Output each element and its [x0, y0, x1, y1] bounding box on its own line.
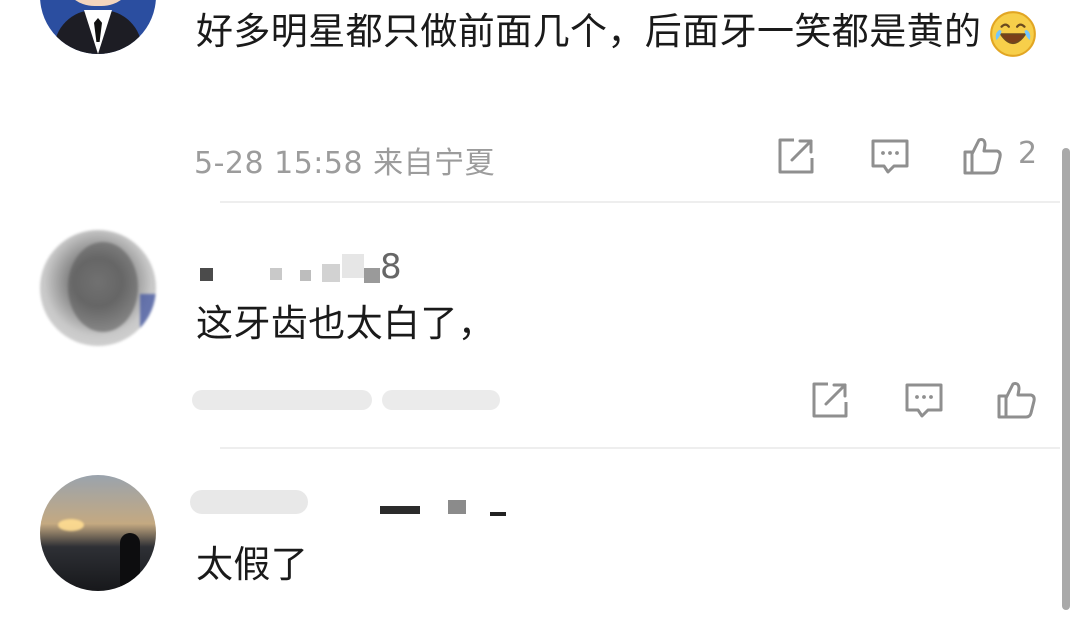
avatar-face: [64, 0, 132, 6]
commenter-avatar-1[interactable]: [40, 0, 156, 54]
share-icon: [812, 382, 848, 418]
blurred-meta-2: [192, 390, 500, 410]
laughing-crying-emoji-icon: [987, 8, 1039, 60]
comment-icon: [871, 139, 909, 174]
blurred-detail: [140, 294, 156, 328]
comment-list: 好多明星都只做前面几个，后面牙一笑都是黄的 5-28 15:58 来自宁夏 2 …: [0, 0, 1080, 617]
scrollbar[interactable]: [1062, 148, 1070, 610]
silhouette-person: [120, 533, 140, 587]
comment-icon: [905, 383, 943, 418]
like-button-2[interactable]: [992, 376, 1040, 424]
blurred-username-3: [190, 490, 506, 516]
comment-text-3: 太假了: [196, 535, 308, 595]
comment-body-1: 好多明星都只做前面几个，后面牙一笑都是黄的: [196, 10, 982, 53]
share-icon: [778, 138, 814, 174]
thumbs-up-icon: [997, 382, 1036, 419]
thumbs-up-icon: [963, 138, 1002, 175]
comment-body-2: 这牙齿也太白了，: [196, 302, 496, 345]
comment-divider: [220, 201, 1060, 203]
comment-body-3: 太假了: [196, 543, 309, 586]
comment-button-1[interactable]: [866, 132, 914, 180]
like-count-1: 2: [1018, 136, 1038, 171]
comment-meta-1: 5-28 15:58 来自宁夏: [194, 138, 495, 182]
timestamp-location: 5-28 15:58 来自宁夏: [194, 146, 496, 181]
blurred-face: [68, 242, 138, 332]
comment-text-2: 这牙齿也太白了，: [196, 294, 495, 354]
share-button-2[interactable]: [806, 376, 854, 424]
sunset-glow: [58, 519, 84, 531]
comment-divider: [220, 447, 1060, 449]
commenter-avatar-2[interactable]: [40, 230, 156, 346]
username-fragment: 8: [380, 247, 402, 287]
comment-text-1: 好多明星都只做前面几个，后面牙一笑都是黄的: [196, 2, 1056, 62]
comment-button-2[interactable]: [900, 376, 948, 424]
like-button-1[interactable]: [958, 132, 1006, 180]
share-button-1[interactable]: [772, 132, 820, 180]
commenter-avatar-3[interactable]: [40, 475, 156, 591]
blurred-username-2: 8: [200, 247, 402, 287]
